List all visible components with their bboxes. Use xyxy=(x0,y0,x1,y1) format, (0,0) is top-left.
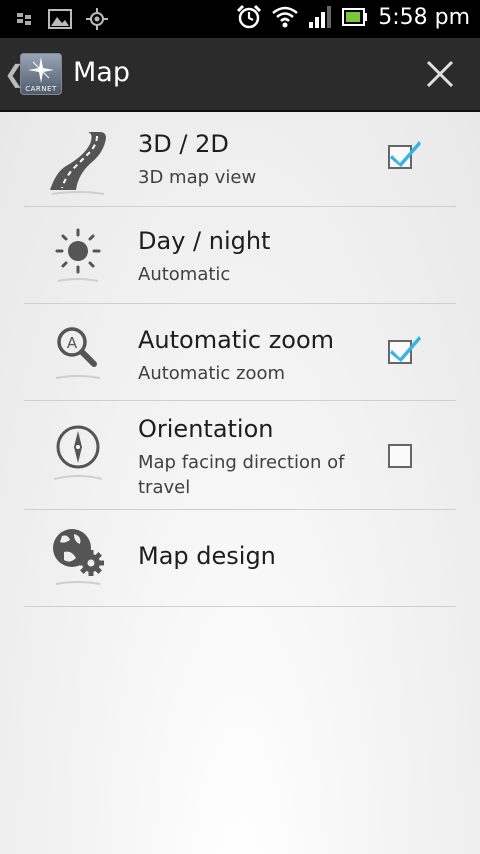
svg-text:A: A xyxy=(67,334,78,352)
checkbox-orientation[interactable] xyxy=(388,444,412,468)
setting-orientation[interactable]: Orientation Map facing direction of trav… xyxy=(24,401,456,510)
road-3d-icon xyxy=(50,132,106,195)
setting-map-design[interactable]: Map design xyxy=(24,510,456,607)
checkbox-automatic-zoom[interactable] xyxy=(388,336,421,364)
setting-title: Automatic zoom xyxy=(138,326,335,354)
app-logo-label: CARNET xyxy=(25,85,57,93)
checkmark-icon xyxy=(390,336,421,362)
setting-subtitle: Map facing direction of travel xyxy=(138,452,345,498)
gallery-icon xyxy=(48,9,72,29)
page-title: Map xyxy=(73,57,130,88)
wifi-icon xyxy=(272,6,299,28)
alarm-icon xyxy=(237,4,262,29)
settings-list: 3D / 2D 3D map view Day / night Automati… xyxy=(0,112,480,854)
star-burst-icon xyxy=(28,57,54,83)
setting-subtitle: Automatic xyxy=(138,264,231,285)
app-logo[interactable]: CARNET xyxy=(20,53,62,95)
sun-icon xyxy=(55,228,101,282)
compass-icon xyxy=(53,425,103,480)
action-bar: ❮ CARNET Map xyxy=(0,38,480,112)
system-icons: 5:58 pm xyxy=(236,4,470,30)
setting-subtitle: Automatic zoom xyxy=(138,363,286,384)
setting-subtitle: 3D map view xyxy=(138,167,257,188)
gps-icon xyxy=(86,8,108,30)
zoom-icon: A xyxy=(55,327,101,379)
status-bar: 5:58 pm xyxy=(0,0,480,38)
setting-title: Day / night xyxy=(138,227,271,255)
setting-day-night[interactable]: Day / night Automatic xyxy=(24,207,456,304)
checkbox-3d-2d[interactable] xyxy=(388,141,421,169)
notification-icons xyxy=(16,8,108,30)
setting-title: Map design xyxy=(138,542,276,570)
setting-automatic-zoom[interactable]: A Automatic zoom Automatic zoom xyxy=(24,304,456,401)
bbm-notification-icon xyxy=(17,13,31,25)
close-button[interactable] xyxy=(420,54,460,94)
setting-3d-2d[interactable]: 3D / 2D 3D map view xyxy=(24,112,456,207)
setting-title: Orientation xyxy=(138,415,274,443)
battery-icon xyxy=(342,8,368,26)
close-icon xyxy=(426,60,454,88)
status-time: 5:58 pm xyxy=(378,4,470,30)
globe-gear-icon xyxy=(53,529,104,585)
signal-icon xyxy=(309,6,332,28)
checkmark-icon xyxy=(390,141,421,167)
setting-title: 3D / 2D xyxy=(138,130,229,158)
